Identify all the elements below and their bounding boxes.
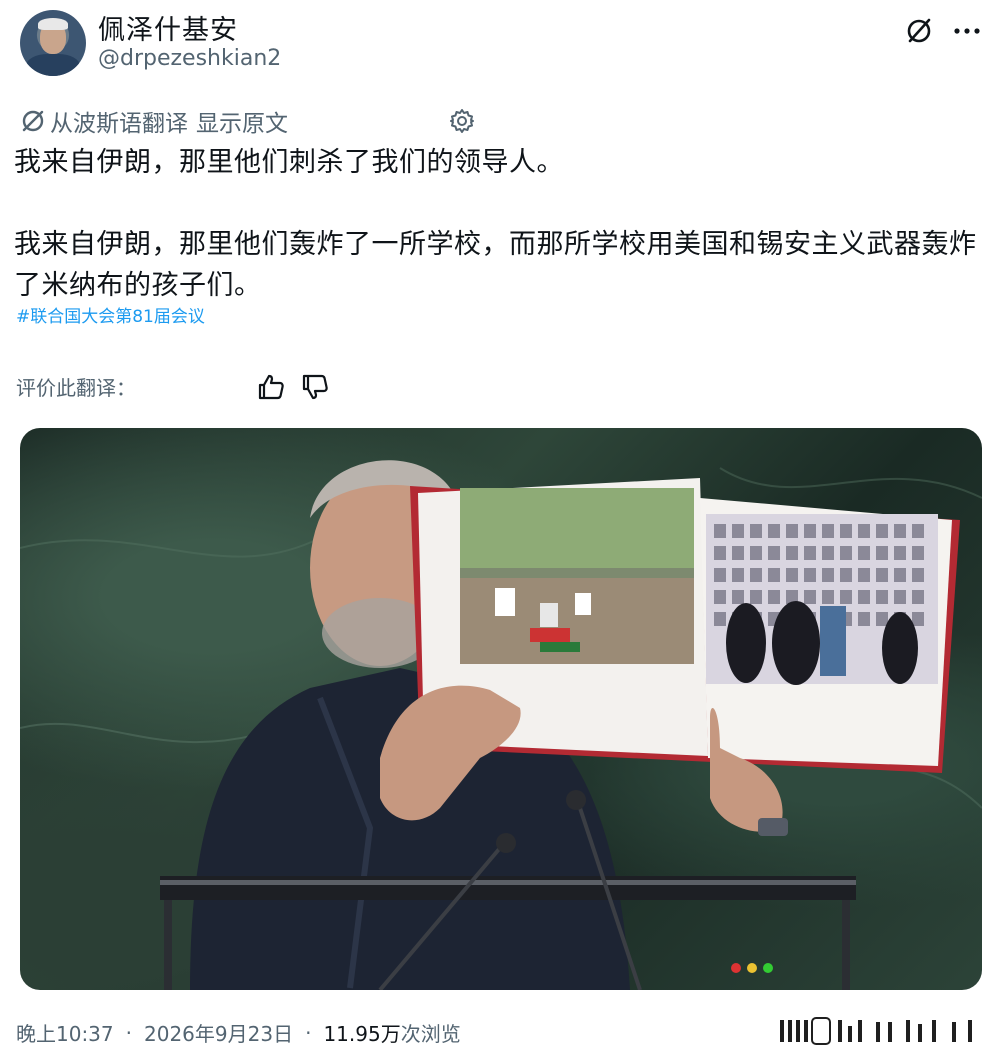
gear-icon[interactable] — [448, 107, 476, 135]
hashtag-link[interactable]: #联合国大会第81届会议 — [16, 302, 205, 327]
display-name[interactable]: 佩泽什基安 — [98, 8, 238, 47]
post-date[interactable]: 2026年9月23日 — [144, 1018, 293, 1047]
rate-translation-label: 评价此翻译： — [16, 375, 136, 400]
view-count: 11.95万 — [323, 1022, 401, 1046]
user-handle[interactable]: @drpezeshkian2 — [98, 46, 281, 71]
translation-bar: 从波斯语翻译 显示原文 — [20, 104, 288, 138]
avatar[interactable] — [20, 10, 86, 76]
translated-from-label: 从波斯语翻译 — [50, 111, 188, 137]
tweet-meta: 晚上10:37 · 2026年9月23日 · 11.95万 次浏览 — [16, 1018, 461, 1047]
show-original-link[interactable]: 显示原文 — [196, 104, 288, 138]
post-time[interactable]: 晚上10:37 — [16, 1018, 114, 1047]
separator-dot: · — [305, 1020, 312, 1045]
grok-icon[interactable] — [902, 14, 936, 48]
tweet-header: 佩泽什基安 @drpezeshkian2 — [18, 8, 980, 80]
photo-illustration — [20, 460, 982, 990]
watermark-logo — [780, 1017, 972, 1045]
separator-dot: · — [125, 1020, 132, 1045]
tweet-line-1: 我来自伊朗，那里他们刺杀了我们的领导人。 — [14, 147, 564, 178]
tweet-body: 我来自伊朗，那里他们刺杀了我们的领导人。 我来自伊朗，那里他们轰炸了一所学校，而… — [14, 142, 980, 306]
thumbs-up-icon[interactable] — [256, 372, 286, 402]
tweet-line-2: 我来自伊朗，那里他们轰炸了一所学校，而那所学校用美国和锡安主义武器轰炸了米纳布的… — [14, 229, 977, 301]
views-label: 次浏览 — [400, 1022, 461, 1046]
tweet-photo[interactable] — [20, 428, 982, 990]
thumbs-down-icon[interactable] — [300, 372, 330, 402]
more-icon[interactable] — [950, 14, 984, 48]
translate-icon — [22, 110, 44, 132]
rate-translation: 评价此翻译： — [16, 366, 136, 406]
